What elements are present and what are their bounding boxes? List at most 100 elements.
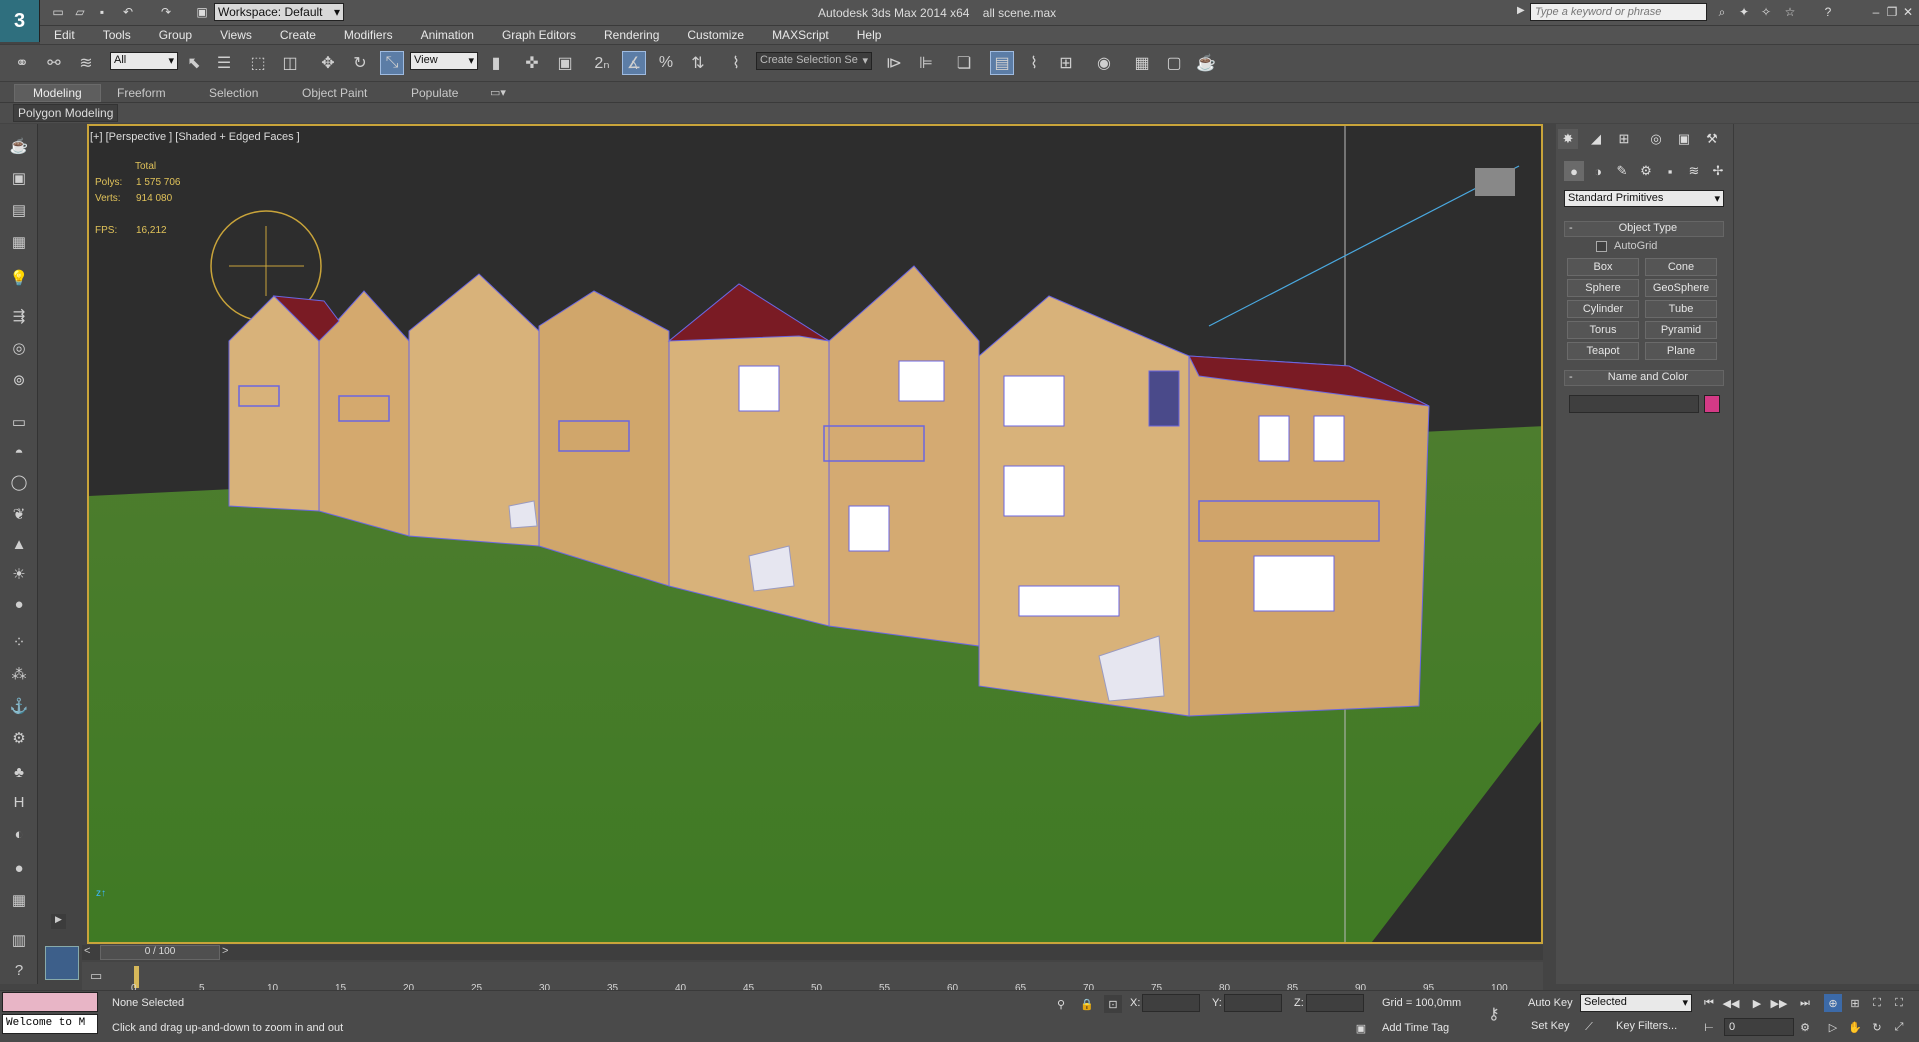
plane-button[interactable]: Plane bbox=[1645, 342, 1717, 360]
shell-icon[interactable]: ◐ bbox=[7, 822, 31, 846]
maximize-viewport-icon[interactable]: ⤢ bbox=[1890, 1018, 1908, 1036]
tab-object-paint[interactable]: Object Paint bbox=[302, 86, 367, 100]
angle-snap-icon[interactable]: ∡ bbox=[622, 51, 646, 75]
absolute-mode-icon[interactable]: ⊡ bbox=[1104, 995, 1122, 1013]
align-icon[interactable]: ⊫ bbox=[914, 51, 938, 75]
box-button[interactable]: Box bbox=[1567, 258, 1639, 276]
named-selection-dropdown[interactable]: Create Selection Se ▾ bbox=[756, 52, 872, 70]
material-editor-icon[interactable]: ◉ bbox=[1092, 51, 1116, 75]
time-tag-icon[interactable]: ▣ bbox=[1352, 1019, 1370, 1037]
object-color-swatch[interactable] bbox=[1704, 395, 1720, 413]
window-crossing-icon[interactable]: ◫ bbox=[278, 51, 302, 75]
teapot-icon[interactable]: ☕ bbox=[7, 134, 31, 158]
menu-group[interactable]: Group bbox=[145, 26, 206, 44]
tab-populate[interactable]: Populate bbox=[411, 86, 458, 100]
viewport-label[interactable]: [+] [Perspective ] [Shaded + Edged Faces… bbox=[90, 131, 300, 143]
helpers-category-icon[interactable]: ▪ bbox=[1660, 161, 1680, 181]
cylinder-button[interactable]: Cylinder bbox=[1567, 300, 1639, 318]
edit-named-selection-icon[interactable]: ⌇ bbox=[724, 51, 748, 75]
layer-manager-icon[interactable]: ❏ bbox=[952, 51, 976, 75]
curve-editor-icon[interactable]: ⌇ bbox=[1022, 51, 1046, 75]
search-expand-icon[interactable]: ▶ bbox=[1517, 5, 1525, 16]
viewport-preview-thumb[interactable] bbox=[45, 946, 79, 980]
new-file-icon[interactable]: ▭ bbox=[50, 4, 66, 20]
binoculars-icon[interactable]: ⌕ bbox=[1714, 4, 1730, 20]
go-to-start-icon[interactable]: ⏮ bbox=[1700, 994, 1718, 1012]
search-input[interactable]: Type a keyword or phrase bbox=[1530, 3, 1707, 21]
bones-icon[interactable]: ⚓ bbox=[7, 694, 31, 718]
shapes-category-icon[interactable]: ◑ bbox=[1588, 161, 1608, 181]
plant-icon[interactable]: ❦ bbox=[7, 502, 31, 526]
zoom-extents-icon[interactable]: ⛶ bbox=[1868, 994, 1886, 1012]
systems-category-icon[interactable]: ✢ bbox=[1708, 161, 1728, 181]
tab-selection[interactable]: Selection bbox=[209, 86, 258, 100]
selection-lock-icon[interactable]: 🔒 bbox=[1078, 995, 1096, 1013]
display-tab-icon[interactable]: ▣ bbox=[1674, 129, 1694, 149]
select-rotate-icon[interactable]: ↻ bbox=[348, 51, 372, 75]
rendered-frame-window-icon[interactable]: ▢ bbox=[1162, 51, 1186, 75]
hair-icon[interactable]: ⁘ bbox=[7, 630, 31, 654]
menu-help[interactable]: Help bbox=[843, 26, 896, 44]
motion-tab-icon[interactable]: ◎ bbox=[1646, 129, 1666, 149]
hair-hf-icon[interactable]: H bbox=[7, 790, 31, 814]
maxscript-listener-input[interactable] bbox=[2, 992, 98, 1012]
light-sphere-icon[interactable]: ● bbox=[7, 592, 31, 616]
cameras-category-icon[interactable]: ⚙ bbox=[1636, 161, 1656, 181]
sun-icon[interactable]: ☀ bbox=[7, 562, 31, 586]
save-disk-icon[interactable]: ▥ bbox=[7, 928, 31, 952]
key-filters-button[interactable]: Key Filters... bbox=[1616, 1020, 1677, 1032]
subscription-icon[interactable]: ✦ bbox=[1736, 4, 1752, 20]
key-mode-toggle-icon[interactable]: ⊢ bbox=[1700, 1018, 1718, 1036]
z-coordinate-input[interactable] bbox=[1306, 994, 1364, 1012]
calculator-icon[interactable]: ▦ bbox=[7, 888, 31, 912]
tube-button[interactable]: Tube bbox=[1645, 300, 1717, 318]
cone-button[interactable]: Cone bbox=[1645, 258, 1717, 276]
menu-graph-editors[interactable]: Graph Editors bbox=[488, 26, 590, 44]
menu-modifiers[interactable]: Modifiers bbox=[330, 26, 407, 44]
expand-arrow-icon[interactable]: ▶ bbox=[51, 914, 66, 929]
perspective-viewport[interactable] bbox=[87, 124, 1543, 944]
hierarchy-tab-icon[interactable]: ⊞ bbox=[1614, 129, 1634, 149]
current-frame-input[interactable]: 0 bbox=[1724, 1018, 1794, 1036]
menu-views[interactable]: Views bbox=[206, 26, 266, 44]
close-icon[interactable]: ✕ bbox=[1900, 4, 1916, 20]
time-prev-icon[interactable]: < bbox=[84, 945, 90, 957]
menu-tools[interactable]: Tools bbox=[89, 26, 145, 44]
select-object-icon[interactable]: ⬉ bbox=[182, 51, 206, 75]
material-sphere-icon[interactable]: ● bbox=[7, 856, 31, 880]
favorites-icon[interactable]: ☆ bbox=[1782, 4, 1798, 20]
mini-curve-editor-icon[interactable]: ▭ bbox=[90, 968, 102, 984]
time-slider-track[interactable] bbox=[82, 945, 1543, 960]
name-color-rollout[interactable]: - Name and Color bbox=[1564, 370, 1724, 386]
link-icon[interactable]: ⚭ bbox=[10, 51, 34, 75]
light-bulb-icon[interactable]: 💡 bbox=[7, 266, 31, 290]
utilities-tab-icon[interactable]: ⚒ bbox=[1702, 129, 1722, 149]
render-setup-icon[interactable]: ▦ bbox=[1130, 51, 1154, 75]
default-tangents-icon[interactable]: ⟋ bbox=[1580, 1018, 1598, 1036]
ivy-icon[interactable]: ♣ bbox=[7, 760, 31, 784]
help-icon[interactable]: ? bbox=[1820, 4, 1836, 20]
ribbon-options-icon[interactable]: ▭▾ bbox=[490, 86, 506, 99]
spacewarps-category-icon[interactable]: ≋ bbox=[1684, 161, 1704, 181]
object-type-rollout[interactable]: - Object Type bbox=[1564, 221, 1724, 237]
teapot-button[interactable]: Teapot bbox=[1567, 342, 1639, 360]
autogrid-checkbox[interactable] bbox=[1596, 241, 1607, 252]
geosphere-button[interactable]: GeoSphere bbox=[1645, 279, 1717, 297]
hemisphere-icon[interactable]: ◓ bbox=[7, 440, 31, 464]
select-scale-icon[interactable]: ⤡ bbox=[380, 51, 404, 75]
tab-modeling[interactable]: Modeling bbox=[14, 84, 101, 102]
snaps-toggle-icon[interactable]: 2ₙ bbox=[590, 51, 614, 75]
selection-region-icon[interactable]: ⬚ bbox=[246, 51, 270, 75]
torus-button[interactable]: Torus bbox=[1567, 321, 1639, 339]
zoom-icon[interactable]: ⊕ bbox=[1824, 994, 1842, 1012]
menu-maxscript[interactable]: MAXScript bbox=[758, 26, 843, 44]
time-next-icon[interactable]: > bbox=[222, 945, 228, 957]
communication-icon[interactable]: ✧ bbox=[1758, 4, 1774, 20]
bind-space-warp-icon[interactable]: ≋ bbox=[74, 51, 98, 75]
menu-customize[interactable]: Customize bbox=[673, 26, 758, 44]
percent-snap-icon[interactable]: % bbox=[654, 51, 678, 75]
previous-frame-icon[interactable]: ◀◀ bbox=[1722, 994, 1740, 1012]
zoom-extents-all-icon[interactable]: ⛶ bbox=[1890, 994, 1908, 1012]
next-frame-icon[interactable]: ▶▶ bbox=[1770, 994, 1788, 1012]
unlink-icon[interactable]: ⚯ bbox=[42, 51, 66, 75]
